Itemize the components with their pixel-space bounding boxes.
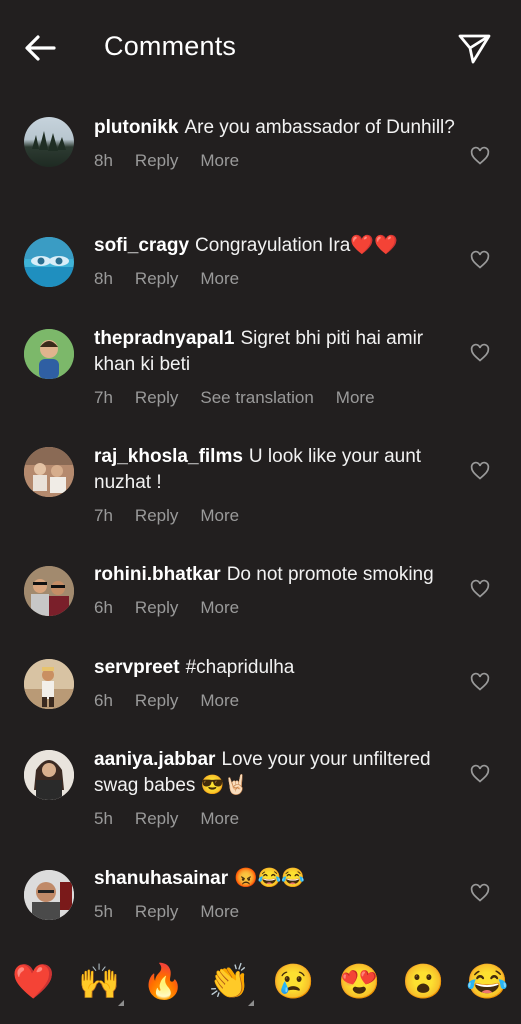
emoji-heart[interactable]: ❤️ — [12, 962, 54, 1002]
comment-body: plutonikk Are you ambassador of Dunhill? … — [94, 115, 460, 171]
heart-icon[interactable] — [470, 250, 490, 270]
comment-username[interactable]: sofi_cragy — [94, 235, 189, 256]
comment-username[interactable]: thepradnyapal1 — [94, 328, 234, 349]
reply-button[interactable]: Reply — [135, 598, 178, 618]
comment-body: servpreet #chapridulha 6h Reply More — [94, 655, 460, 711]
reply-button[interactable]: Reply — [135, 809, 178, 829]
see-translation-button[interactable]: See translation — [200, 388, 313, 408]
comment-username[interactable]: shanuhasainar — [94, 868, 228, 889]
avatar[interactable] — [24, 329, 74, 379]
comment-body: rohini.bhatkar Do not promote smoking 6h … — [94, 562, 460, 618]
emoji-surprised[interactable]: 😮 — [402, 962, 444, 1002]
avatar[interactable] — [24, 750, 74, 800]
reply-button[interactable]: Reply — [135, 506, 178, 526]
comment-time: 8h — [94, 151, 113, 170]
comment-time: 7h — [94, 506, 113, 525]
comment-username[interactable]: rohini.bhatkar — [94, 564, 221, 585]
reply-button[interactable]: Reply — [135, 902, 178, 922]
comment-body: aaniya.jabbar Love your your unfiltered s… — [94, 747, 460, 829]
heart-icon[interactable] — [470, 883, 490, 903]
comment-text: Do not promote smoking — [226, 564, 434, 585]
comment-body: thepradnyapal1 Sigret bhi piti hai amir k… — [94, 326, 460, 408]
more-button[interactable]: More — [200, 691, 239, 711]
comment-body: sofi_cragy Congrayulation Ira❤️❤️ 8h Repl… — [94, 233, 460, 289]
comment-text: 😡😂😂 — [234, 868, 306, 889]
heart-icon[interactable] — [470, 764, 490, 784]
more-button[interactable]: More — [200, 506, 239, 526]
comment-time: 6h — [94, 598, 113, 617]
comment-text: Are you ambassador of Dunhill? — [184, 117, 455, 138]
more-button[interactable]: More — [200, 269, 239, 289]
comment-time: 6h — [94, 691, 113, 710]
heart-icon[interactable] — [470, 343, 490, 363]
emoji-crying[interactable]: 😢 — [272, 962, 314, 1002]
avatar[interactable] — [24, 447, 74, 497]
more-button[interactable]: More — [200, 151, 239, 171]
heart-icon[interactable] — [470, 579, 490, 599]
heart-icon[interactable] — [470, 461, 490, 481]
comment-time: 5h — [94, 902, 113, 921]
avatar[interactable] — [24, 117, 74, 167]
heart-icon[interactable] — [470, 672, 490, 692]
reply-button[interactable]: Reply — [135, 388, 178, 408]
emoji-clapping[interactable]: 👏 — [208, 962, 254, 1006]
comment-username[interactable]: plutonikk — [94, 117, 178, 138]
more-button[interactable]: More — [200, 598, 239, 618]
comment-username[interactable]: aaniya.jabbar — [94, 749, 215, 770]
emoji-laughing[interactable]: 😂 — [466, 962, 508, 1002]
emoji-reaction-bar: ❤️ 🙌 🔥 👏 😢 😍 😮 😂 — [0, 950, 521, 1014]
comment-username[interactable]: servpreet — [94, 657, 180, 678]
comment-text: #chapridulha — [185, 657, 295, 678]
comment-time: 7h — [94, 388, 113, 407]
heart-icon[interactable] — [470, 146, 490, 166]
emoji-fire[interactable]: 🔥 — [142, 962, 184, 1002]
page-title: Comments — [104, 31, 237, 61]
avatar[interactable] — [24, 566, 74, 616]
more-button[interactable]: More — [336, 388, 375, 408]
avatar[interactable] — [24, 237, 74, 287]
comment-username[interactable]: raj_khosla_films — [94, 446, 243, 467]
emoji-heart-eyes[interactable]: 😍 — [338, 962, 380, 1002]
avatar[interactable] — [24, 659, 74, 709]
comment-body: shanuhasainar 😡😂😂 5h Reply More — [94, 866, 460, 922]
paper-plane-icon[interactable] — [456, 30, 492, 66]
comment-time: 8h — [94, 269, 113, 288]
comment-time: 5h — [94, 809, 113, 828]
comment-body: raj_khosla_films U look like your aunt nu… — [94, 444, 460, 526]
reply-button[interactable]: Reply — [135, 151, 178, 171]
reply-button[interactable]: Reply — [135, 691, 178, 711]
more-button[interactable]: More — [200, 902, 239, 922]
comment-text: Congrayulation Ira❤️❤️ — [195, 235, 398, 256]
avatar[interactable] — [24, 870, 74, 920]
header: Comments — [0, 0, 521, 96]
more-button[interactable]: More — [200, 809, 239, 829]
reply-button[interactable]: Reply — [135, 269, 178, 289]
arrow-left-icon[interactable] — [22, 30, 58, 66]
emoji-raised-hands[interactable]: 🙌 — [78, 962, 124, 1006]
